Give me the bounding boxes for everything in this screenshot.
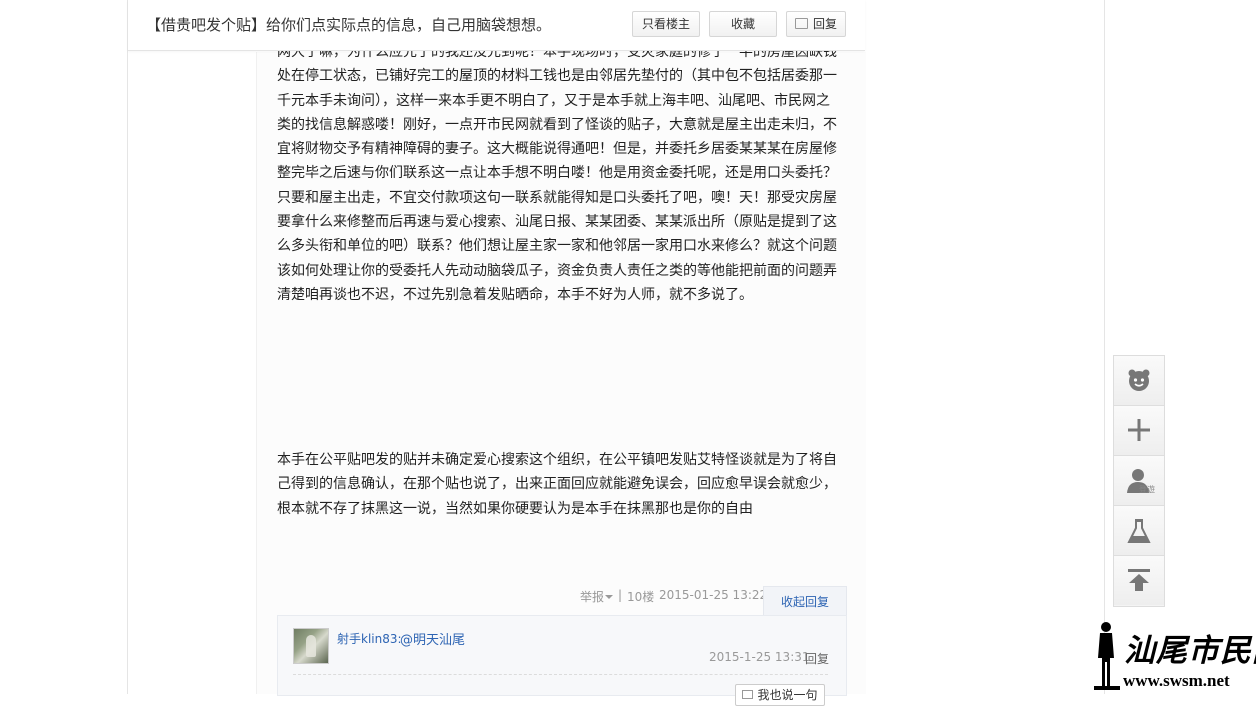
user-badge: 登遊 <box>1139 485 1155 494</box>
reply-button[interactable]: 回复 <box>786 11 846 37</box>
i-also-say-label: 我也说一句 <box>757 688 818 702</box>
favorite-button[interactable]: 收藏 <box>709 11 777 37</box>
edit-icon <box>742 690 754 699</box>
user-button[interactable]: 登遊 <box>1114 456 1164 506</box>
caret-down-icon <box>605 595 614 599</box>
floor-number: 10楼 <box>627 590 655 604</box>
report-label: 举报 <box>580 590 605 604</box>
meta-separator: | <box>618 588 623 602</box>
sub-reply-mention[interactable]: @明天汕尾 <box>400 629 465 648</box>
sub-reply-divider <box>293 674 828 675</box>
emoji-button[interactable] <box>1114 356 1164 406</box>
sub-reply-username[interactable]: 射手klin83: <box>337 630 402 647</box>
sub-reply-reply-link[interactable]: 回复 <box>805 650 829 667</box>
right-margin <box>866 0 1104 694</box>
plus-icon <box>1128 419 1150 441</box>
post-text-2: 本手在公平贴吧发的贴并未确定爱心搜索这个组织，在公平镇吧发贴艾特怪谈就是为了将自… <box>277 452 837 517</box>
emoji-icon <box>1128 369 1150 391</box>
watermark-url: www.swsm.net <box>1123 671 1230 690</box>
post-paragraph: 网大了嘛，为什么应先了的我还没先到呢？本手现场时，受灾家庭的修了一半的房屋因缺钱… <box>277 40 839 307</box>
avatar[interactable] <box>293 628 329 664</box>
new-post-button[interactable] <box>1114 406 1164 456</box>
back-to-top-button[interactable] <box>1114 556 1164 605</box>
author-column <box>128 52 256 694</box>
thread-header-bar: 【借贵吧发个贴】给你们点实际点的信息，自己用脑袋想想。 只看楼主 收藏 回复 <box>128 0 865 51</box>
flask-icon <box>1127 519 1151 543</box>
back-to-top-icon <box>1128 569 1150 591</box>
post-time: 2015-01-25 13:22 <box>659 588 768 602</box>
thread-title-text: 给你们点实际点的信息，自己用脑袋想想。 <box>266 16 552 34</box>
i-also-say-button[interactable]: 我也说一句 <box>735 684 825 706</box>
thread-title-tag: 【借贵吧发个贴】 <box>146 16 267 34</box>
watermark-text: 汕尾市民网 <box>1124 633 1256 669</box>
sub-reply-time: 2015-1-25 13:31 <box>709 650 810 664</box>
only-author-button[interactable]: 只看楼主 <box>632 11 700 37</box>
post-text-1: 网大了嘛，为什么应先了的我还没先到呢？本手现场时，受灾家庭的修了一半的房屋因缺钱… <box>277 44 837 303</box>
floating-toolbar: 登遊 <box>1113 355 1165 607</box>
thread-title: 【借贵吧发个贴】给你们点实际点的信息，自己用脑袋想想。 <box>146 14 551 35</box>
page-frame-right <box>1104 0 1105 694</box>
collapse-replies-button[interactable]: 收起回复 <box>763 586 847 617</box>
reply-button-label: 回复 <box>812 17 837 31</box>
report-link[interactable]: 举报 <box>580 588 614 605</box>
post-paragraph: 本手在公平贴吧发的贴并未确定爱心搜索这个组织，在公平镇吧发贴艾特怪谈就是为了将自… <box>277 448 839 521</box>
lab-button[interactable] <box>1114 506 1164 556</box>
comment-icon <box>794 18 808 29</box>
